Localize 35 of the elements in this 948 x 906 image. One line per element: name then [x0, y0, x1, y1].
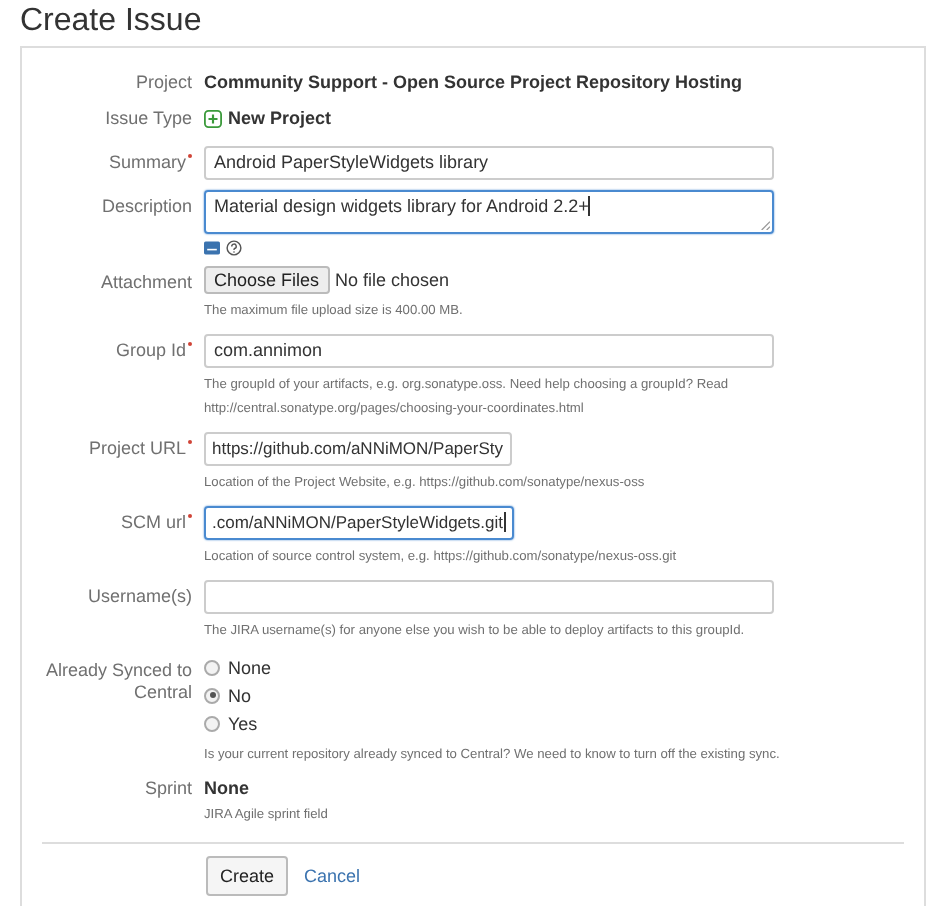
field-label: Description — [101, 195, 192, 215]
radio-button[interactable] — [204, 659, 220, 675]
plus-icon — [204, 109, 222, 127]
wiki-markup-icon[interactable] — [204, 239, 220, 255]
field-label: Project — [135, 72, 192, 92]
page-title: Create Issue — [18, 2, 204, 42]
radio-label[interactable]: Yes — [228, 713, 258, 733]
radio-button[interactable] — [204, 687, 220, 703]
field-label: Issue Type — [105, 108, 192, 128]
radio-label[interactable]: None — [228, 657, 272, 677]
text-field[interactable]: Android PaperStyleWidgets library — [204, 145, 774, 179]
field-label: Username(s) — [87, 585, 192, 605]
resize-grip-icon — [760, 219, 770, 229]
text-field[interactable]: https://github.com/aNNiMON/PaperSty — [204, 431, 512, 465]
field-value: Community Support - Open Source Project Repository Hosting — [204, 72, 743, 92]
cancel-link[interactable]: Cancel — [304, 865, 361, 885]
text-field[interactable] — [204, 579, 774, 613]
field-label: Sprint — [144, 777, 192, 797]
field-value: New Project — [228, 108, 332, 128]
field-label: Already Synced to Central — [45, 659, 192, 701]
radio-label[interactable]: No — [228, 685, 252, 705]
text-field[interactable]: .com/aNNiMON/PaperStyleWidgets.git — [204, 505, 513, 539]
text-field[interactable]: com.annimon — [204, 333, 774, 367]
help-icon[interactable] — [226, 239, 242, 255]
field-label: Project URL — [88, 437, 186, 457]
field-label: Attachment — [100, 271, 192, 291]
field-label: SCM url — [120, 511, 186, 531]
field-label: Summary — [108, 151, 186, 171]
file-status: No file chosen — [335, 269, 450, 289]
choose-files-button[interactable]: Choose Files — [204, 265, 330, 293]
field-value: None — [204, 777, 249, 797]
field-label: Group Id — [115, 339, 186, 359]
description-field[interactable]: Material design widgets library for Android 2.2+ — [204, 189, 774, 233]
radio-button[interactable] — [204, 715, 220, 731]
create-button[interactable]: Create — [206, 855, 289, 895]
